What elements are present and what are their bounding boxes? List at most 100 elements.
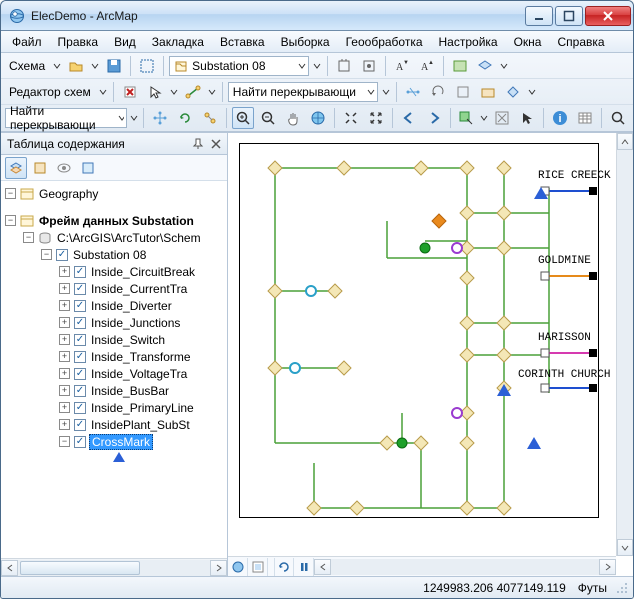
tool-a-icon[interactable] — [333, 55, 355, 77]
select-elements-icon[interactable] — [516, 107, 538, 129]
attribute-table-icon[interactable] — [574, 107, 596, 129]
checkbox[interactable] — [74, 419, 86, 431]
tree-layer[interactable]: +Inside_BusBar — [1, 382, 227, 399]
close-panel-icon[interactable] — [207, 135, 225, 153]
map-vscroll[interactable] — [616, 133, 633, 556]
scroll-thumb[interactable] — [20, 561, 140, 575]
checkbox[interactable] — [74, 317, 86, 329]
rotate-icon[interactable] — [427, 81, 449, 103]
tree-layer[interactable]: +Inside_Switch — [1, 331, 227, 348]
tree-layer[interactable]: +Inside_CircuitBreak — [1, 263, 227, 280]
refresh-icon[interactable] — [174, 107, 196, 129]
refresh-view-icon[interactable] — [274, 558, 294, 576]
find-overlapping-combo-1[interactable]: Найти перекрывающи — [228, 82, 378, 102]
find-dd-1[interactable] — [381, 82, 391, 102]
collapse-icon[interactable]: − — [23, 232, 34, 243]
delete-icon[interactable] — [119, 81, 141, 103]
menu-edit[interactable]: Правка — [51, 33, 106, 51]
full-extent-icon[interactable] — [307, 107, 329, 129]
menu-file[interactable]: Файл — [5, 33, 49, 51]
menu-geoprocessing[interactable]: Геообработка — [339, 33, 430, 51]
tree-layer[interactable]: +Inside_PrimaryLine — [1, 399, 227, 416]
tree-geography[interactable]: − Geography — [1, 185, 227, 202]
find-icon[interactable] — [607, 107, 629, 129]
map-hscroll-track[interactable] — [331, 559, 599, 575]
select-arrow-dd[interactable] — [169, 82, 179, 102]
checkbox[interactable] — [74, 334, 86, 346]
open-icon[interactable] — [65, 55, 87, 77]
substation-combo[interactable]: Substation 08 — [169, 56, 309, 76]
checkbox[interactable] — [74, 368, 86, 380]
tool-e-icon[interactable] — [452, 81, 474, 103]
tree-layer[interactable]: +Inside_Transforme — [1, 348, 227, 365]
tool-g-dd[interactable] — [527, 82, 537, 102]
zoom-fixed-out-icon[interactable] — [365, 107, 387, 129]
collapse-icon[interactable]: − — [59, 436, 70, 447]
checkbox[interactable] — [74, 283, 86, 295]
scroll-left-icon[interactable] — [1, 560, 18, 576]
tree-layer[interactable]: +Inside_Diverter — [1, 297, 227, 314]
layout-view-icon[interactable] — [248, 558, 268, 576]
collapse-icon[interactable]: − — [5, 188, 16, 199]
select-features-icon[interactable] — [455, 107, 477, 129]
open-dd-icon[interactable] — [90, 56, 100, 76]
layer-dd-icon[interactable] — [499, 56, 509, 76]
tree-layer[interactable]: +Inside_Junctions — [1, 314, 227, 331]
scroll-right-icon[interactable] — [210, 560, 227, 576]
pause-drawing-icon[interactable] — [294, 558, 314, 576]
tool-select-icon[interactable] — [136, 55, 158, 77]
list-by-source-icon[interactable] — [29, 157, 51, 179]
tool-g-icon[interactable] — [502, 81, 524, 103]
tree-gdb[interactable]: − C:\ArcGIS\ArcTutor\Schem — [1, 229, 227, 246]
checkbox[interactable] — [74, 385, 86, 397]
expand-icon[interactable]: + — [59, 317, 70, 328]
tree-layer[interactable]: +Inside_VoltageTra — [1, 365, 227, 382]
tool-b-icon[interactable] — [358, 55, 380, 77]
tree-dataset[interactable]: − Substation 08 — [1, 246, 227, 263]
resize-grip-icon[interactable] — [616, 582, 630, 596]
node-icon[interactable] — [199, 107, 221, 129]
tree-dataframe[interactable]: − Фрейм данных Substation — [1, 212, 227, 229]
save-icon[interactable] — [103, 55, 125, 77]
pin-icon[interactable] — [189, 135, 207, 153]
list-by-visibility-icon[interactable] — [53, 157, 75, 179]
clear-selection-icon[interactable] — [491, 107, 513, 129]
tree-layer-selected[interactable]: −CrossMark — [1, 433, 227, 450]
find-dd-2[interactable] — [130, 108, 138, 128]
tree-layer[interactable]: +InsidePlant_SubSt — [1, 416, 227, 433]
select-features-dd[interactable] — [480, 108, 488, 128]
menu-bookmarks[interactable]: Закладка — [145, 33, 211, 51]
menu-customize[interactable]: Настройка — [432, 33, 505, 51]
zoom-fixed-in-icon[interactable] — [340, 107, 362, 129]
tree-layer[interactable]: +Inside_CurrentTra — [1, 280, 227, 297]
align-icon[interactable] — [402, 81, 424, 103]
scroll-down-icon[interactable] — [617, 539, 633, 556]
editor-dropdown[interactable] — [98, 82, 108, 102]
data-view-icon[interactable] — [228, 558, 248, 576]
expand-icon[interactable]: + — [59, 334, 70, 345]
select-arrow-icon[interactable] — [144, 81, 166, 103]
find-overlapping-combo-2[interactable]: Найти перекрывающи — [5, 108, 127, 128]
next-extent-icon[interactable] — [423, 107, 445, 129]
expand-icon[interactable]: + — [59, 283, 70, 294]
tool-layer-icon[interactable] — [474, 55, 496, 77]
menu-selection[interactable]: Выборка — [274, 33, 337, 51]
menu-view[interactable]: Вид — [107, 33, 143, 51]
edge-tool-icon[interactable] — [182, 81, 204, 103]
expand-icon[interactable]: + — [59, 402, 70, 413]
schema-dropdown[interactable] — [52, 56, 62, 76]
list-by-drawing-icon[interactable] — [5, 157, 27, 179]
close-button[interactable] — [585, 6, 631, 26]
collapse-icon[interactable]: − — [41, 249, 52, 260]
checkbox[interactable] — [74, 351, 86, 363]
menu-help[interactable]: Справка — [550, 33, 611, 51]
checkbox[interactable] — [74, 436, 86, 448]
expand-icon[interactable]: + — [59, 368, 70, 379]
menu-windows[interactable]: Окна — [507, 33, 549, 51]
edge-dd[interactable] — [207, 82, 217, 102]
increase-font-icon[interactable]: A▲ — [416, 55, 438, 77]
expand-icon[interactable]: + — [59, 266, 70, 277]
checkbox[interactable] — [74, 300, 86, 312]
scroll-right-icon[interactable] — [599, 559, 616, 575]
map-view[interactable]: RICE CREECK GOLDMINE HARISSON CORINTH CH… — [228, 133, 633, 576]
